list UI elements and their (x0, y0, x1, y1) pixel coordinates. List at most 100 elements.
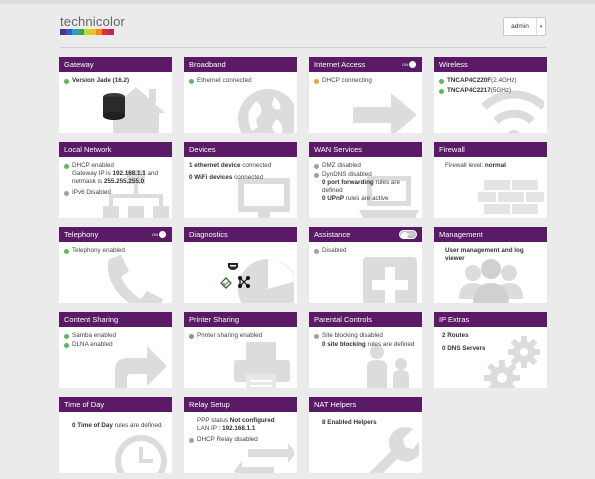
wifi-band-24: (2.4GHz) (491, 77, 517, 84)
wifi-ssid-5: TNCAP4C2217 (447, 87, 491, 94)
card-title[interactable]: Broadband (184, 57, 297, 72)
card-content-sharing[interactable]: Content Sharing Samba enabled DLNA enabl… (59, 312, 172, 388)
card-printer-sharing[interactable]: Printer Sharing Printer sharing enabled (184, 312, 297, 388)
internet-toggle[interactable]: ON (399, 60, 417, 69)
card-nat-helpers[interactable]: NAT Helpers 8 Enabled Helpers (309, 397, 422, 473)
printer-icon (228, 334, 294, 388)
card-title[interactable]: Management (434, 227, 547, 242)
card-title[interactable]: Internet Access (314, 60, 365, 69)
card-title[interactable]: Diagnostics (184, 227, 297, 242)
card-title[interactable]: Local Network (59, 142, 172, 157)
status-dot (64, 190, 69, 196)
routes-count: 2 Routes (442, 332, 469, 339)
card-diagnostics[interactable]: Diagnostics (184, 227, 297, 303)
port-forwarding-count: 0 port forwarding (322, 179, 374, 186)
management-text: User management and log viewer (445, 247, 524, 262)
card-title[interactable]: Firewall (434, 142, 547, 157)
card-title[interactable]: Gateway (59, 57, 172, 72)
wifi-count: 0 WiFi devices (189, 174, 233, 181)
user-menu-name[interactable]: admin (504, 23, 536, 30)
card-devices[interactable]: Devices 1 ethernet device connected 0 Wi… (184, 142, 297, 218)
brand-color-bar (60, 29, 114, 35)
user-menu[interactable]: admin ▾ (503, 17, 546, 36)
card-title[interactable]: Telephony (64, 230, 98, 239)
card-management[interactable]: Management User management and log viewe… (434, 227, 547, 303)
telephony-status: Telephony enabled (72, 247, 125, 254)
dhcp-status: DHCP enabled (72, 162, 114, 169)
card-assistance[interactable]: Assistance OFF Disabled (309, 227, 422, 303)
status-dot (314, 172, 319, 178)
status-dot (439, 88, 444, 94)
card-title[interactable]: Time of Day (59, 397, 172, 412)
card-title[interactable]: Assistance (314, 230, 350, 239)
card-wan-services[interactable]: WAN Services DMZ disabled DynDNS disable… (309, 142, 422, 218)
card-gateway[interactable]: Gateway Version Jade (16.2) (59, 57, 172, 133)
toggle-knob (159, 231, 166, 238)
status-dot (64, 342, 69, 348)
assistance-status: Disabled (322, 247, 347, 254)
card-title[interactable]: Parental Controls (309, 312, 422, 327)
card-title[interactable]: Wireless (434, 57, 547, 72)
dashboard-grid: Gateway Version Jade (16.2) Broadband Et… (59, 57, 547, 473)
gateway-ip-prefix: Gateway IP is (72, 170, 113, 177)
card-parental-controls[interactable]: Parental Controls Site blocking disabled… (309, 312, 422, 388)
card-firewall[interactable]: Firewall Firewall level: normal (434, 142, 547, 218)
ethernet-suffix: connected (240, 162, 272, 169)
card-ip-extras[interactable]: IP Extras 2 Routes 0 DNS Servers (434, 312, 547, 388)
site-blocking-suffix: rules are defined (365, 341, 415, 348)
status-dot (314, 163, 319, 169)
site-blocking-count: 0 site blocking (322, 341, 366, 348)
time-of-day-suffix: rules are defined (112, 422, 162, 429)
arrow-right-icon (353, 79, 419, 133)
broadband-status: Ethernet connected (197, 77, 252, 84)
dns-servers-count: 0 DNS Servers (442, 345, 486, 352)
internet-status: DHCP connecting (322, 77, 372, 84)
dhcp-relay-status: DHCP Relay disabled (197, 436, 258, 443)
card-title[interactable]: Printer Sharing (184, 312, 297, 327)
time-of-day-count: 0 Time of Day (72, 422, 113, 429)
brand-logo-text[interactable]: technicolor (60, 14, 125, 29)
globe-icon (228, 79, 297, 133)
card-local-network[interactable]: Local Network DHCP enabled Gateway IP is… (59, 142, 172, 218)
card-relay-setup[interactable]: Relay Setup PPP status Not configured LA… (184, 397, 297, 473)
wifi-band-5: (5GHz) (490, 87, 512, 94)
ppp-status: Not configured (229, 417, 275, 424)
toggle-knob (409, 61, 416, 68)
wrench-icon (353, 419, 422, 473)
site-blocking-status: Site blocking disabled (322, 332, 383, 339)
check-shield-icon (220, 277, 232, 289)
header-divider (60, 47, 546, 48)
status-dot (64, 163, 69, 169)
wifi-suffix: connected (232, 174, 264, 181)
card-title[interactable]: Content Sharing (59, 312, 172, 327)
card-title[interactable]: IP Extras (434, 312, 547, 327)
upnp-suffix: rules are active (344, 195, 389, 202)
card-time-of-day[interactable]: Time of Day 0 Time of Day rules are defi… (59, 397, 172, 473)
toggle-label: ON (402, 62, 408, 67)
status-dot (64, 78, 69, 84)
card-telephony[interactable]: Telephony ON Telephony enabled (59, 227, 172, 303)
gateway-version: Version Jade (16.2) (72, 77, 130, 84)
telephony-toggle[interactable]: ON (149, 230, 167, 239)
card-wireless[interactable]: Wireless TNCAP4C220F(2.4GHz) TNCAP4C2217… (434, 57, 547, 133)
lan-ip-label: LAN IP : (197, 425, 223, 432)
card-title[interactable]: NAT Helpers (309, 397, 422, 412)
card-title[interactable]: Relay Setup (184, 397, 297, 412)
lan-ip: 192.168.1.1 (222, 425, 256, 432)
ppp-status-label: PPP status (197, 417, 230, 424)
card-title[interactable]: WAN Services (309, 142, 422, 157)
chevron-down-icon[interactable]: ▾ (536, 18, 545, 35)
card-broadband[interactable]: Broadband Ethernet connected (184, 57, 297, 133)
network-nodes-icon (238, 276, 250, 288)
card-internet-access[interactable]: Internet Access ON DHCP connecting (309, 57, 422, 133)
status-dot (314, 333, 319, 339)
ipv6-status: IPv6 Disabled (72, 189, 111, 196)
dmz-status: DMZ disabled (322, 162, 361, 169)
phone-icon (103, 249, 169, 303)
nat-helpers-count: 8 Enabled Helpers (322, 419, 377, 426)
card-title[interactable]: Devices (184, 142, 297, 157)
status-dot (64, 248, 69, 254)
assistance-toggle[interactable]: OFF (399, 230, 417, 239)
samba-status: Samba enabled (72, 332, 117, 339)
firewall-level: normal (484, 162, 506, 169)
